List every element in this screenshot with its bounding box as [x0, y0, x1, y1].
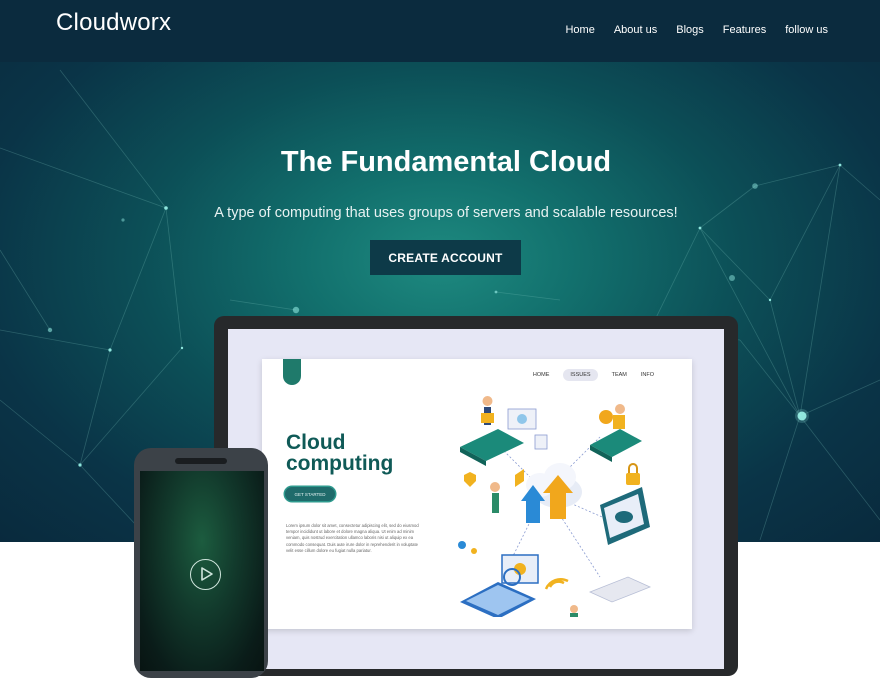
- phone-speaker: [175, 458, 227, 464]
- nav-link-follow[interactable]: follow us: [785, 24, 828, 36]
- hero-subtitle: A type of computing that uses groups of …: [214, 205, 678, 221]
- cloud-computing-illustration: [458, 396, 652, 617]
- hero-title: The Fundamental Cloud: [280, 146, 612, 178]
- preview-bookmark: [283, 359, 301, 385]
- preview-title-line1: Cloud: [286, 431, 346, 454]
- nav-link-home[interactable]: Home: [565, 24, 594, 36]
- preview-get-started-button: GET STARTED: [285, 487, 335, 501]
- website-preview-card: HOME ISSUES TEAM INFO Cloud computing GE…: [262, 359, 692, 629]
- brand-logo[interactable]: Cloudworx: [56, 9, 171, 37]
- laptop-mockup: HOME ISSUES TEAM INFO Cloud computing GE…: [214, 316, 738, 676]
- phone-screen: [140, 471, 264, 671]
- nav-link-about[interactable]: About us: [614, 24, 657, 36]
- laptop-screen: HOME ISSUES TEAM INFO Cloud computing GE…: [228, 329, 724, 669]
- preview-body-text: Lorem ipsum dolor sit amet, consectetur …: [286, 523, 419, 553]
- top-navbar: Cloudworx Home About us Blogs Features f…: [0, 0, 880, 62]
- phone-mockup: [134, 448, 268, 678]
- preview-title-line2: computing: [286, 452, 394, 475]
- create-account-button[interactable]: CREATE ACCOUNT: [370, 240, 521, 275]
- main-nav: Home About us Blogs Features follow us: [565, 24, 828, 36]
- nav-link-blogs[interactable]: Blogs: [676, 24, 704, 36]
- play-icon[interactable]: [190, 559, 221, 590]
- preview-title: Cloud computing: [286, 432, 426, 474]
- nav-link-features[interactable]: Features: [723, 24, 766, 36]
